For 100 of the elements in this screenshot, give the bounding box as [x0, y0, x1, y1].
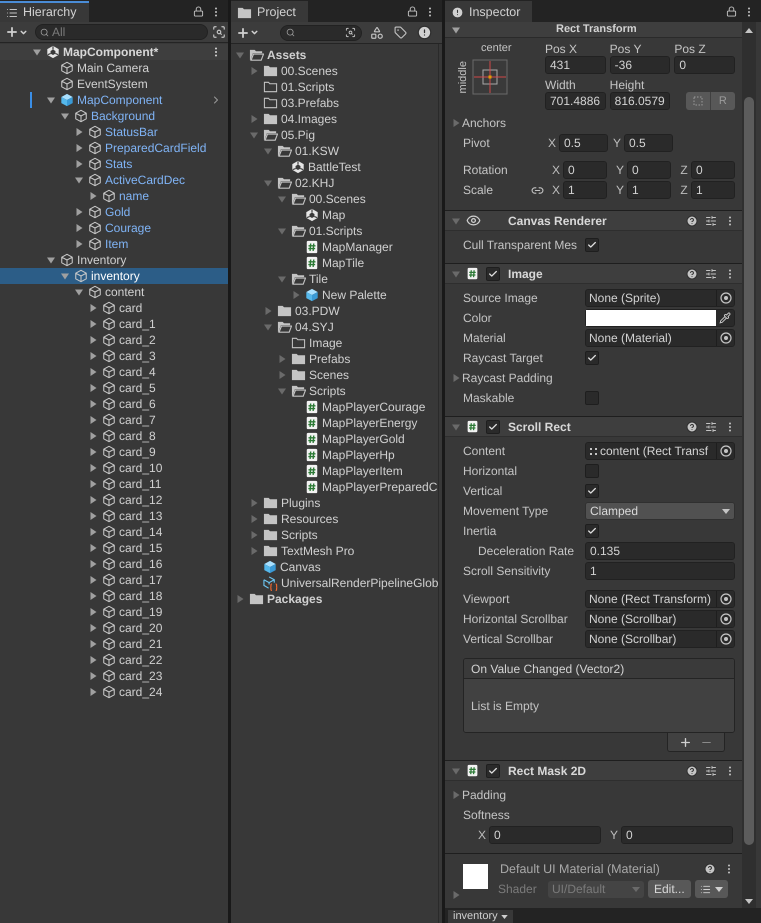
scroll-up-icon[interactable]: [745, 28, 753, 33]
eyedropper-icon[interactable]: [719, 312, 731, 324]
expand-arrow-icon[interactable]: [61, 112, 69, 120]
expand-arrow-icon[interactable]: [89, 640, 97, 648]
project-item[interactable]: Plugins: [231, 495, 438, 511]
expand-arrow-icon[interactable]: [89, 448, 97, 456]
foldout[interactable]: Padding: [445, 785, 742, 805]
project-item[interactable]: 04.SYJ: [231, 319, 438, 335]
expand-arrow-icon[interactable]: [89, 336, 97, 344]
project-item[interactable]: Packages: [231, 591, 438, 607]
project-item[interactable]: 01.Scripts: [231, 223, 438, 239]
number-field[interactable]: 0: [691, 161, 735, 179]
hierarchy-item[interactable]: card_13: [0, 508, 228, 524]
filter-by-type-icon[interactable]: [370, 26, 384, 40]
project-item[interactable]: MapTile: [231, 255, 438, 271]
hierarchy-item[interactable]: card_14: [0, 524, 228, 540]
hierarchy-item[interactable]: card_22: [0, 652, 228, 668]
hierarchy-item[interactable]: name: [0, 188, 228, 204]
project-item[interactable]: Assets: [231, 47, 438, 63]
number-field[interactable]: 431: [545, 56, 606, 74]
number-field[interactable]: 0: [489, 826, 601, 844]
expand-arrow-icon[interactable]: [452, 26, 460, 34]
search-field[interactable]: [280, 24, 362, 40]
expand-arrow-icon[interactable]: [89, 320, 97, 328]
component-header[interactable]: Image: [445, 264, 742, 284]
project-item[interactable]: TextMesh Pro: [231, 543, 438, 559]
help-icon[interactable]: [686, 420, 698, 432]
text-field[interactable]: 1: [585, 562, 735, 580]
expand-arrow-icon[interactable]: [89, 496, 97, 504]
object-picker-icon[interactable]: [720, 332, 732, 344]
hierarchy-item[interactable]: card_19: [0, 604, 228, 620]
panel-tab[interactable]: Inspector: [445, 1, 532, 22]
hierarchy-item[interactable]: card: [0, 300, 228, 316]
alert-icon[interactable]: [417, 25, 432, 40]
object-picker-icon[interactable]: [720, 613, 732, 625]
hierarchy-item[interactable]: Item: [0, 236, 228, 252]
expand-arrow-icon[interactable]: [89, 400, 97, 408]
object-field[interactable]: None (Scrollbar): [585, 610, 735, 628]
hierarchy-item[interactable]: MapComponent*: [0, 44, 228, 60]
expand-arrow-icon[interactable]: [89, 304, 97, 312]
checkbox[interactable]: [585, 238, 599, 252]
hierarchy-item[interactable]: Inventory: [0, 252, 228, 268]
project-item[interactable]: 01.KSW: [231, 143, 438, 159]
expand-arrow-icon[interactable]: [89, 560, 97, 568]
expand-arrow-icon[interactable]: [89, 480, 97, 488]
hierarchy-item[interactable]: card_6: [0, 396, 228, 412]
project-item[interactable]: MapPlayerPreparedC: [231, 479, 438, 495]
expand-arrow-icon[interactable]: [89, 576, 97, 584]
hierarchy-item[interactable]: card_24: [0, 684, 228, 700]
lock-icon[interactable]: [726, 6, 737, 17]
hierarchy-item[interactable]: PreparedCardField: [0, 140, 228, 156]
expand-arrow-icon[interactable]: [89, 688, 97, 696]
number-field[interactable]: 0.5: [624, 134, 673, 152]
project-item[interactable]: MapPlayerCourage: [231, 399, 438, 415]
color-swatch[interactable]: [586, 310, 716, 326]
expand-arrow-icon[interactable]: [47, 96, 55, 104]
expand-arrow-icon[interactable]: [89, 656, 97, 664]
expand-arrow-icon[interactable]: [89, 544, 97, 552]
object-picker-icon[interactable]: [720, 593, 732, 605]
object-picker-icon[interactable]: [720, 633, 732, 645]
expand-arrow-icon[interactable]: [75, 224, 83, 232]
number-field[interactable]: 0: [674, 56, 735, 74]
hierarchy-item[interactable]: card_2: [0, 332, 228, 348]
project-item[interactable]: MapPlayerHp: [231, 447, 438, 463]
expand-arrow-icon[interactable]: [89, 432, 97, 440]
checkbox[interactable]: [486, 266, 500, 280]
panel-tab[interactable]: inventory: [448, 910, 513, 923]
project-item[interactable]: Prefabs: [231, 351, 438, 367]
number-field[interactable]: 701.4886: [545, 92, 606, 110]
hierarchy-item[interactable]: card_11: [0, 476, 228, 492]
hierarchy-item[interactable]: Background: [0, 108, 228, 124]
expand-arrow-icon[interactable]: [75, 240, 83, 248]
text-field[interactable]: 0.135: [585, 542, 735, 560]
checkbox[interactable]: [585, 351, 599, 365]
number-field[interactable]: 0: [621, 826, 733, 844]
dropdown[interactable]: Clamped: [585, 502, 735, 520]
search-field[interactable]: All: [35, 24, 208, 40]
presets-icon[interactable]: [705, 214, 717, 226]
lock-icon[interactable]: [407, 6, 418, 17]
hierarchy-item[interactable]: card_8: [0, 428, 228, 444]
number-field[interactable]: 1: [563, 181, 607, 199]
project-item[interactable]: BattleTest: [231, 159, 438, 175]
project-item[interactable]: 05.Pig: [231, 127, 438, 143]
scroll-down-icon[interactable]: [745, 899, 753, 904]
project-item[interactable]: New Palette: [231, 287, 438, 303]
expand-arrow-icon[interactable]: [89, 192, 97, 200]
hierarchy-item[interactable]: content: [0, 284, 228, 300]
foldout[interactable]: Anchors: [445, 113, 742, 133]
expand-arrow-icon[interactable]: [47, 256, 55, 264]
expand-arrow-icon[interactable]: [75, 160, 83, 168]
number-field[interactable]: 1: [691, 181, 735, 199]
project-item[interactable]: Scripts: [231, 527, 438, 543]
object-picker-icon[interactable]: [720, 445, 732, 457]
presets-icon[interactable]: [705, 764, 717, 776]
hierarchy-item[interactable]: ActiveCardDec: [0, 172, 228, 188]
hierarchy-item[interactable]: card_23: [0, 668, 228, 684]
project-item[interactable]: MapManager: [231, 239, 438, 255]
scrollbar-thumb[interactable]: [744, 97, 754, 845]
hierarchy-item[interactable]: card_18: [0, 588, 228, 604]
hierarchy-item[interactable]: card_17: [0, 572, 228, 588]
